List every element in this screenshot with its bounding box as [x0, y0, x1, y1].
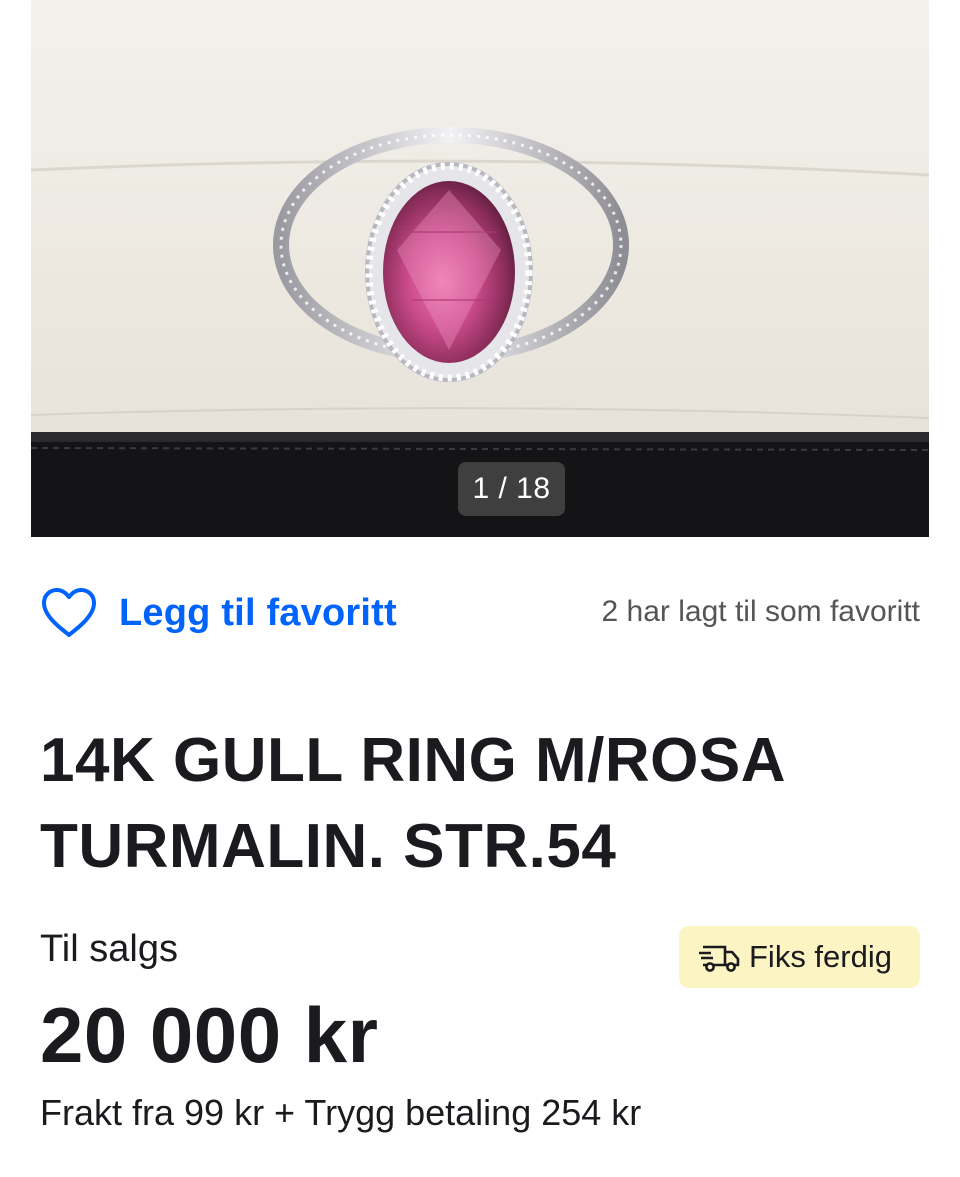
fiks-ferdig-badge: Fiks ferdig: [679, 926, 920, 988]
product-image-gallery[interactable]: 1 / 18: [31, 0, 929, 537]
favorite-count-text: 2 har lagt til som favoritt: [601, 595, 920, 628]
listing-price: 20 000 kr: [40, 991, 379, 1079]
add-to-favorites-label: Legg til favoritt: [119, 591, 397, 634]
delivery-truck-icon: [699, 945, 740, 972]
heart-outline-icon: [42, 588, 96, 637]
add-to-favorites-button[interactable]: Legg til favoritt: [40, 583, 397, 643]
shipping-info: Frakt fra 99 kr + Trygg betaling 254 kr: [40, 1092, 642, 1133]
listing-title: 14K GULL RING M/ROSA TURMALIN. STR.54: [40, 726, 784, 881]
listing-status: Til salgs: [40, 928, 178, 970]
product-photo: [31, 0, 929, 537]
favorite-row: Legg til favoritt 2 har lagt til som fav…: [40, 583, 920, 643]
fiks-ferdig-label: Fiks ferdig: [749, 939, 892, 974]
image-counter: 1 / 18: [458, 462, 565, 516]
